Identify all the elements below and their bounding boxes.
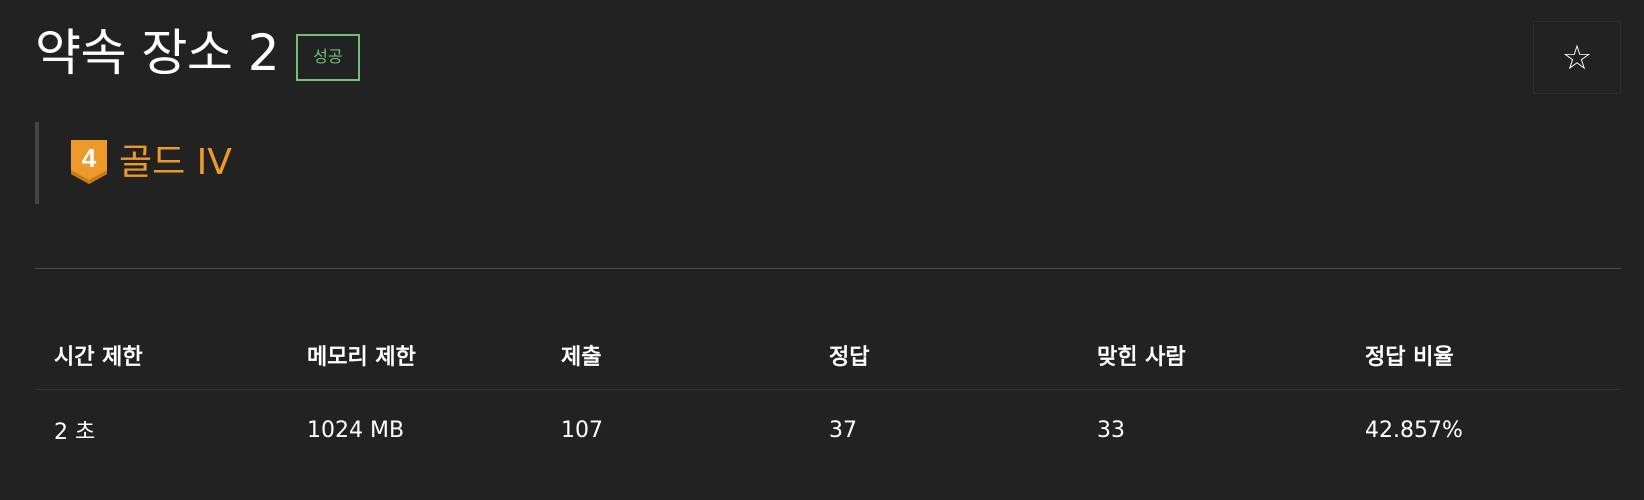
header-accepted: 정답	[829, 344, 870, 370]
value-accept-ratio: 42.857%	[1365, 417, 1463, 443]
header-memory-limit: 메모리 제한	[307, 344, 416, 370]
section-divider	[35, 268, 1621, 269]
table-row: 2 초 1024 MB 107 37 33 42.857%	[35, 390, 1621, 470]
value-submissions[interactable]: 107	[542, 418, 810, 443]
header-solvers: 맞힌 사람	[1097, 344, 1186, 370]
value-time-limit: 2 초	[54, 420, 96, 445]
value-memory-limit: 1024 MB	[307, 417, 405, 443]
value-solvers[interactable]: 33	[1078, 418, 1346, 443]
value-accepted[interactable]: 37	[810, 418, 1078, 443]
tier-label[interactable]: 골드 IV	[119, 145, 232, 181]
problem-title: 약속 장소 2	[35, 23, 280, 82]
star-outline-icon: ☆	[1561, 37, 1593, 78]
tier-number: 4	[82, 143, 97, 173]
problem-info-table: 시간 제한 메모리 제한 제출 정답 맞힌 사람 정답 비율 2 초 1024 …	[35, 320, 1621, 470]
tier-block: 4 골드 IV	[35, 122, 232, 204]
header-accept-ratio: 정답 비율	[1365, 344, 1454, 370]
table-header-row: 시간 제한 메모리 제한 제출 정답 맞힌 사람 정답 비율	[35, 320, 1621, 390]
favorite-star-button[interactable]: ☆	[1533, 21, 1621, 94]
title-row: 약속 장소 2 성공	[35, 24, 360, 81]
header-submissions: 제출	[561, 344, 602, 370]
problem-page: 약속 장소 2 성공 ☆ 4 골드 IV 시간 제한 메모리 제한 제출 정답 …	[0, 0, 1644, 500]
gold-tier-badge-icon: 4	[71, 140, 107, 186]
header-time-limit: 시간 제한	[54, 344, 143, 370]
status-badge: 성공	[296, 34, 360, 81]
